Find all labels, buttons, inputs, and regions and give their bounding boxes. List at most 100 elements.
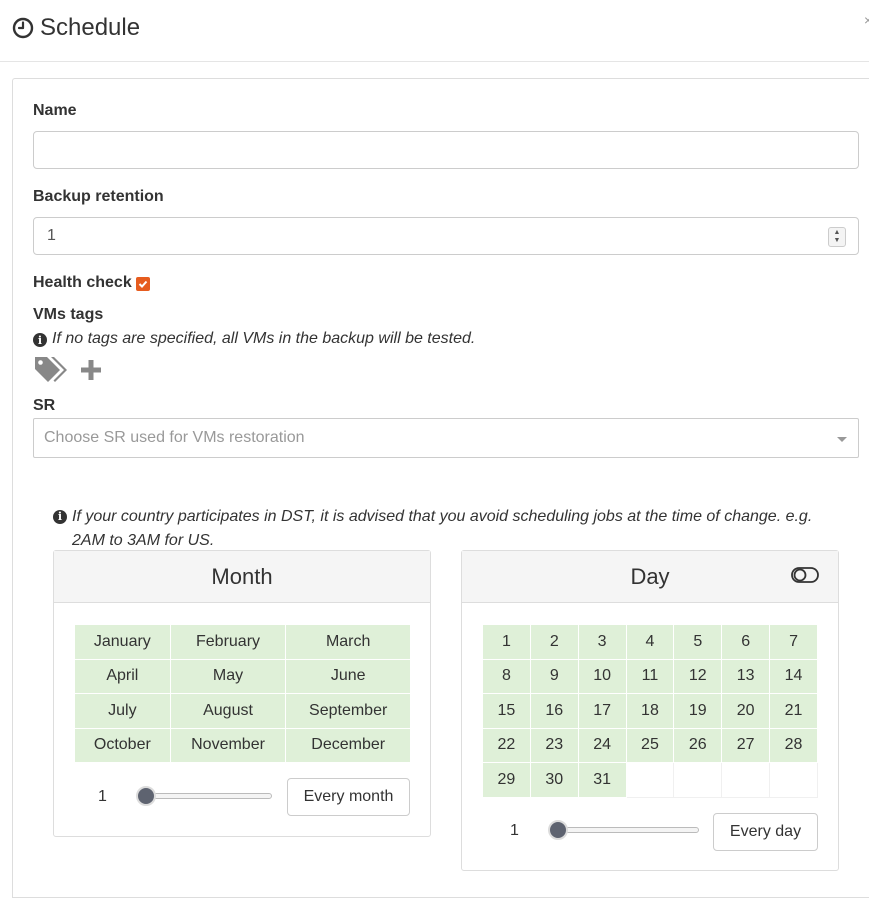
chevron-down-icon[interactable] [837, 437, 847, 442]
modal-title: Schedule [12, 14, 140, 42]
month-cell[interactable]: August [169, 693, 287, 729]
day-card-title: Day [630, 563, 670, 589]
month-grid: January February March April May June July Augu… [74, 624, 411, 763]
empty-day-cell [721, 762, 771, 798]
month-row: April May June [74, 658, 411, 694]
stepper-down-icon[interactable]: ▼ [834, 237, 841, 245]
day-cell[interactable]: 29 [482, 762, 531, 798]
page-title: Schedule [40, 14, 141, 41]
month-slider-handle[interactable] [136, 786, 156, 806]
day-cell[interactable]: 21 [769, 693, 818, 729]
day-cell[interactable]: 24 [577, 727, 627, 763]
health-check-checkbox[interactable] [136, 277, 150, 291]
day-cell[interactable]: 16 [529, 693, 579, 729]
health-check-label: Health check [33, 274, 132, 291]
month-cell[interactable]: January [74, 624, 171, 660]
info-circle-icon: i [53, 510, 67, 524]
month-cell[interactable]: June [285, 658, 411, 694]
day-slider-handle[interactable] [548, 820, 568, 840]
day-cell[interactable]: 17 [577, 693, 627, 729]
month-card-title: Month [211, 563, 273, 589]
day-card-header: Day [462, 551, 838, 603]
day-cell[interactable]: 9 [529, 658, 579, 694]
info-circle-icon: i [33, 333, 47, 347]
day-cell[interactable]: 26 [673, 727, 723, 763]
month-card: Month January February March April May June Ju… [53, 550, 431, 837]
every-month-button[interactable]: Every month [287, 778, 410, 816]
day-cell[interactable]: 19 [673, 693, 723, 729]
month-row: October November December [74, 727, 411, 763]
month-cell[interactable]: December [285, 727, 411, 763]
check-icon [138, 280, 148, 288]
month-cell[interactable]: October [74, 727, 171, 763]
month-cell[interactable]: July [74, 693, 171, 729]
month-cell[interactable]: March [285, 624, 411, 660]
empty-day-cell [673, 762, 723, 798]
day-cell[interactable]: 30 [529, 762, 579, 798]
day-cell[interactable]: 28 [769, 727, 818, 763]
month-slider-track[interactable] [138, 793, 272, 799]
day-slider-track[interactable] [550, 827, 699, 833]
day-cell[interactable]: 2 [529, 624, 579, 660]
day-cell[interactable]: 11 [625, 658, 675, 694]
sr-placeholder: Choose SR used for VMs restoration [44, 429, 305, 446]
day-cell[interactable]: 8 [482, 658, 531, 694]
day-cell[interactable]: 22 [482, 727, 531, 763]
day-cell[interactable]: 31 [577, 762, 627, 798]
toggle-icon[interactable] [791, 566, 819, 584]
vms-tags-hint-text: If no tags are specified, all VMs in the… [52, 330, 476, 347]
name-label: Name [33, 102, 77, 119]
vms-tags-label: VMs tags [33, 306, 104, 323]
day-cell[interactable]: 13 [721, 658, 771, 694]
month-row: January February March [74, 624, 411, 660]
day-cell[interactable]: 7 [769, 624, 818, 660]
add-tag-plus-icon[interactable] [80, 359, 102, 381]
month-card-header: Month [54, 551, 430, 603]
month-row: July August September [74, 693, 411, 729]
day-cell[interactable]: 6 [721, 624, 771, 660]
month-cell[interactable]: February [169, 624, 287, 660]
retention-value: 1 [47, 227, 56, 244]
day-cell[interactable]: 20 [721, 693, 771, 729]
day-cell[interactable]: 4 [625, 624, 675, 660]
month-cell[interactable]: September [285, 693, 411, 729]
modal-header: Schedule × [0, 0, 869, 62]
day-grid: 1 2 3 4 5 6 7 8 9 10 11 12 13 14 15 16 17 18 19 20 21 22 23 24 2… [482, 624, 818, 798]
sr-select[interactable]: Choose SR used for VMs restoration [33, 418, 859, 458]
day-row: 22 23 24 25 26 27 28 [482, 727, 818, 763]
day-cell[interactable]: 1 [482, 624, 531, 660]
retention-label: Backup retention [33, 188, 164, 205]
retention-input[interactable]: 1 ▲ ▼ [33, 217, 859, 255]
day-cell[interactable]: 10 [577, 658, 627, 694]
day-cell[interactable]: 12 [673, 658, 723, 694]
day-row: 8 9 10 11 12 13 14 [482, 658, 818, 694]
month-cell[interactable]: May [169, 658, 287, 694]
tags-icon[interactable] [33, 354, 69, 384]
day-cell[interactable]: 25 [625, 727, 675, 763]
day-row: 1234567 [482, 624, 818, 660]
day-cell[interactable]: 3 [577, 624, 627, 660]
day-card: Day 1 2 3 4 5 6 7 8 9 10 11 12 13 14 15 16 17 18 19 20 21 22 2… [461, 550, 839, 871]
day-cell[interactable]: 15 [482, 693, 531, 729]
empty-day-cell [625, 762, 675, 798]
month-cell[interactable]: November [169, 727, 287, 763]
name-input[interactable] [33, 131, 859, 169]
day-cell[interactable]: 14 [769, 658, 818, 694]
month-cell[interactable]: April [74, 658, 171, 694]
retention-stepper[interactable]: ▲ ▼ [828, 227, 846, 247]
dst-hint-text: If your country participates in DST, it … [72, 508, 813, 549]
dst-hint: i If your country participates in DST, i… [53, 505, 833, 553]
every-day-button[interactable]: Every day [713, 813, 818, 851]
day-cell[interactable]: 27 [721, 727, 771, 763]
day-slider-value: 1 [510, 822, 519, 839]
close-icon[interactable]: × [864, 12, 869, 28]
day-row: 15 16 17 18 19 20 21 [482, 693, 818, 729]
vms-tags-hint: i If no tags are specified, all VMs in t… [33, 330, 475, 348]
day-cell[interactable]: 18 [625, 693, 675, 729]
empty-day-cell [769, 762, 818, 798]
stepper-up-icon[interactable]: ▲ [834, 229, 841, 237]
day-cell[interactable]: 23 [529, 727, 579, 763]
day-row: 29 30 31 [482, 762, 818, 798]
day-cell[interactable]: 5 [673, 624, 723, 660]
sr-label: SR [33, 397, 56, 414]
